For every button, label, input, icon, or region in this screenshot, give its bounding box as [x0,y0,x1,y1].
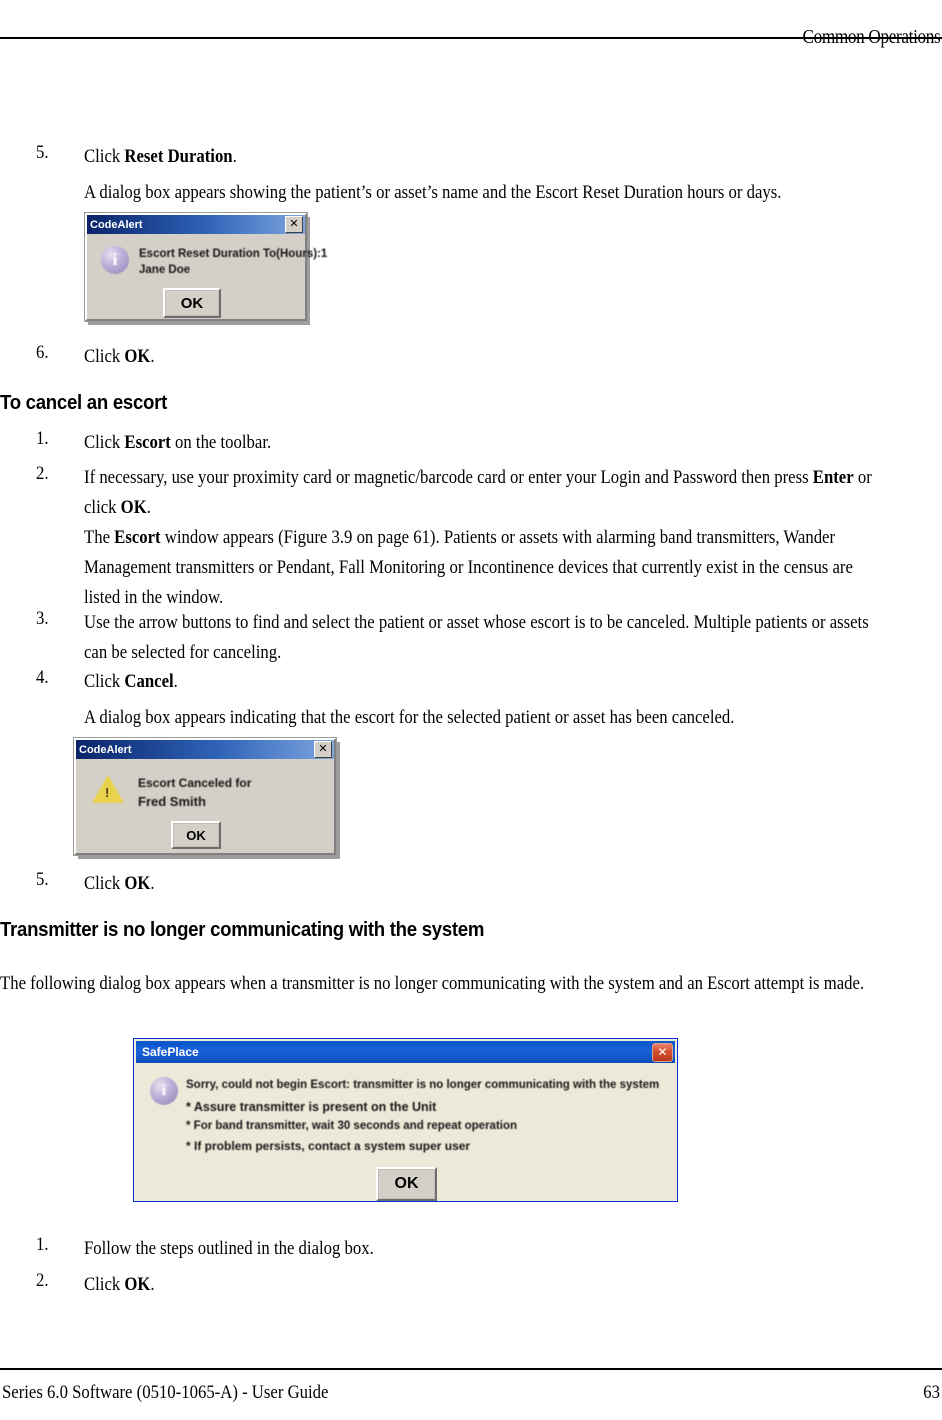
step-text-bold: OK [124,346,151,367]
dialog-title: CodeAlert [79,743,132,756]
step-text-bold: OK [124,873,151,894]
list-item-cancel-5: 5. Click OK. [0,869,942,899]
section-heading-cancel-escort: To cancel an escort [0,392,167,414]
list-item-cancel-1: 1. Click Escort on the toolbar. [0,428,942,458]
step-text-post: . [150,346,155,367]
step-text-pre: Click [84,432,125,453]
step-number: 5. [36,142,49,163]
header-divider [0,37,942,39]
footer-document-title: Series 6.0 Software (0510-1065-A) - User… [2,1382,329,1403]
list-item-transmitter-1: 1. Follow the steps outlined in the dial… [0,1234,942,1264]
warning-icon-exclamation: ! [105,785,110,800]
step-text-pre: Click [84,146,125,167]
dialog-title: CodeAlert [90,218,143,231]
step-text-pre: Click [84,346,125,367]
paragraph-reset-duration: A dialog box appears showing the patient… [84,182,782,203]
dialog-message-line-4: * If problem persists, contact a system … [186,1139,471,1153]
step-text-bold: OK [124,1274,151,1295]
dialog-titlebar[interactable]: CodeAlert ✕ [87,215,305,234]
step-text-post: on the toolbar. [170,432,272,453]
footer-divider [0,1368,942,1370]
close-icon[interactable]: ✕ [652,1042,673,1062]
list-item-cancel-3: 3. Use the arrow buttons to find and sel… [0,608,942,668]
step-text: Click Reset Duration. [84,142,884,172]
step-number: 1. [36,428,49,449]
step-text: Click OK. [84,342,884,372]
dialog-escort-canceled[interactable]: CodeAlert ✕ ! Escort Canceled for Fred S… [73,737,337,856]
step-number: 5. [36,869,49,890]
dialog-message-line-1: Escort Reset Duration To(Hours):1 [139,248,328,260]
step-text-post: . [232,146,237,167]
step-number: 6. [36,342,49,363]
dialog-safeplace[interactable]: SafePlace ✕ i Sorry, could not begin Esc… [133,1038,678,1202]
info-icon: i [101,246,129,274]
close-icon[interactable]: ✕ [285,216,303,233]
list-item-cancel-2: 2. If necessary, use your proximity card… [0,463,942,523]
step-text-bold: Cancel [124,671,174,692]
dialog-title: SafePlace [142,1045,199,1059]
step-text-pre: If necessary, use your proximity card or… [84,467,813,488]
list-item-transmitter-2: 2. Click OK. [0,1270,942,1300]
dialog-message-line-2: Fred Smith [138,794,206,809]
ok-button[interactable]: OK [376,1167,437,1201]
step-text-post: . [150,1274,155,1295]
step-text: Click Escort on the toolbar. [84,428,884,458]
paragraph-post: window appears (Figure 3.9 on page 61). … [84,527,853,608]
dialog-body: ! Escort Canceled for Fred Smith OK [76,759,334,853]
step-text: Use the arrow buttons to find and select… [84,612,869,663]
section-heading-transmitter: Transmitter is no longer communicating w… [0,919,485,941]
step-text-pre: Click [84,1274,125,1295]
step-text-bold-enter: Enter [812,467,854,488]
close-icon[interactable]: ✕ [314,741,332,758]
dialog-message-line-3: * For band transmitter, wait 30 seconds … [186,1120,518,1132]
step-number: 2. [36,1270,49,1291]
step-number: 4. [36,667,49,688]
paragraph-escort-window: The Escort window appears (Figure 3.9 on… [84,523,884,613]
dialog-message-line-2: Jane Doe [139,264,191,276]
dialog-reset-duration[interactable]: CodeAlert ✕ i Escort Reset Duration To(H… [84,212,327,322]
step-text-pre: Click [84,873,125,894]
paragraph-bold: Escort [114,527,161,548]
paragraph-transmitter: The following dialog box appears when a … [0,973,865,994]
step-text-bold: Escort [124,432,171,453]
ok-button[interactable]: OK [163,288,221,318]
step-text-bold: Reset Duration [124,146,233,167]
page-header: Common Operations [0,26,942,62]
step-text-pre: Click [84,671,125,692]
dialog-titlebar[interactable]: SafePlace ✕ [136,1041,675,1063]
list-item-step-6: 6. Click OK. [0,342,942,372]
ok-button[interactable]: OK [171,821,221,849]
step-text-bold-ok: OK [120,497,147,518]
dialog-message-line-2: * Assure transmitter is present on the U… [186,1100,437,1114]
step-text: If necessary, use your proximity card or… [84,463,884,523]
dialog-message-line-1: Sorry, could not begin Escort: transmitt… [186,1079,660,1091]
step-number: 1. [36,1234,49,1255]
list-item-step-5: 5. Click Reset Duration. [0,142,942,172]
step-number: 2. [36,463,49,484]
step-text-post: . [150,873,155,894]
info-icon: i [150,1077,178,1105]
dialog-body: i Sorry, could not begin Escort: transmi… [136,1063,675,1201]
step-text: Click OK. [84,869,884,899]
document-page: Common Operations 5. Click Reset Duratio… [0,0,942,1420]
step-text: Follow the steps outlined in the dialog … [84,1238,374,1259]
step-text-post: . [173,671,178,692]
step-number: 3. [36,608,49,629]
dialog-body: i Escort Reset Duration To(Hours):1 Jane… [87,234,327,319]
step-text: Click Cancel. [84,667,884,697]
step-text: Click OK. [84,1270,884,1300]
dialog-message-line-1: Escort Canceled for [138,776,252,790]
step-text-post: . [146,497,151,518]
paragraph-pre: The [84,527,115,548]
list-item-cancel-4: 4. Click Cancel. [0,667,942,697]
page-number: 63 [923,1382,940,1403]
dialog-titlebar[interactable]: CodeAlert ✕ [76,740,334,759]
paragraph-escort-canceled: A dialog box appears indicating that the… [84,707,735,728]
